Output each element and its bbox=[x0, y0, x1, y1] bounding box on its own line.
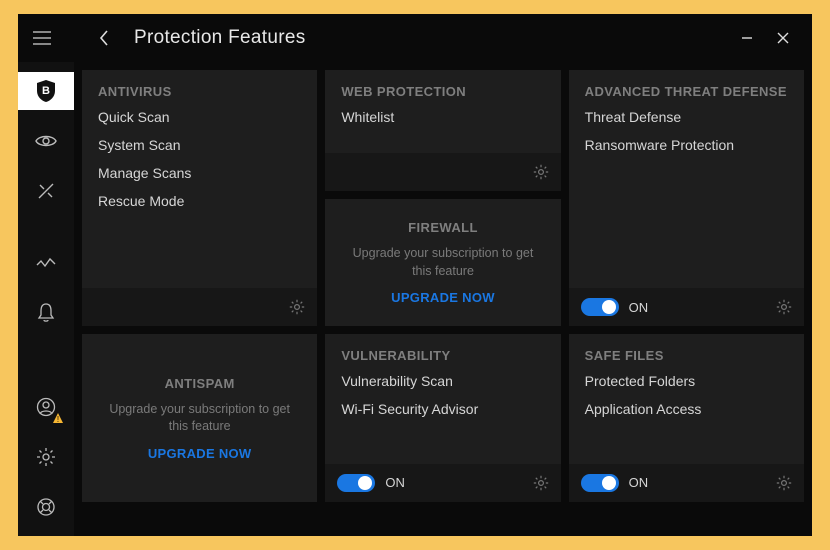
hamburger-icon[interactable] bbox=[26, 22, 58, 54]
sidebar-item-support[interactable] bbox=[24, 488, 68, 526]
list-item[interactable]: System Scan bbox=[98, 137, 301, 153]
card-title: SAFE FILES bbox=[569, 334, 804, 373]
list-item[interactable]: Vulnerability Scan bbox=[341, 373, 544, 389]
card-web-protection: WEB PROTECTION Whitelist bbox=[325, 70, 560, 191]
toggle-switch[interactable] bbox=[581, 474, 619, 492]
close-button[interactable] bbox=[768, 23, 798, 53]
upgrade-button[interactable]: UPGRADE NOW bbox=[391, 290, 495, 305]
list-item[interactable]: Application Access bbox=[585, 401, 788, 417]
tools-icon bbox=[36, 181, 56, 201]
content: B ! bbox=[18, 62, 812, 536]
bell-icon bbox=[37, 303, 55, 323]
gear-icon bbox=[776, 299, 792, 315]
card-title: VULNERABILITY bbox=[325, 334, 560, 373]
svg-text:!: ! bbox=[57, 415, 59, 424]
upgrade-message: Upgrade your subscription to get this fe… bbox=[100, 401, 299, 436]
list-item[interactable]: Ransomware Protection bbox=[585, 137, 788, 153]
minimize-button[interactable] bbox=[732, 23, 762, 53]
card-settings-button[interactable] bbox=[533, 475, 549, 491]
card-antivirus: ANTIVIRUS Quick Scan System Scan Manage … bbox=[82, 70, 317, 326]
card-footer bbox=[82, 288, 317, 326]
list-item[interactable]: Quick Scan bbox=[98, 109, 301, 125]
alert-badge-icon: ! bbox=[52, 412, 64, 424]
card-footer: ON bbox=[569, 464, 804, 502]
card-settings-button[interactable] bbox=[776, 475, 792, 491]
list-item[interactable]: Protected Folders bbox=[585, 373, 788, 389]
list-item[interactable]: Wi-Fi Security Advisor bbox=[341, 401, 544, 417]
sidebar-item-activity[interactable] bbox=[24, 244, 68, 282]
sidebar-item-privacy[interactable] bbox=[24, 122, 68, 160]
app-window: Protection Features B bbox=[18, 14, 812, 536]
card-safe-files: SAFE FILES Protected Folders Application… bbox=[569, 334, 804, 501]
eye-icon bbox=[35, 134, 57, 148]
card-settings-button[interactable] bbox=[289, 299, 305, 315]
card-settings-button[interactable] bbox=[533, 164, 549, 180]
toggle-label: ON bbox=[385, 475, 405, 490]
upgrade-button[interactable]: UPGRADE NOW bbox=[148, 446, 252, 461]
svg-text:B: B bbox=[42, 85, 50, 97]
card-vulnerability: VULNERABILITY Vulnerability Scan Wi-Fi S… bbox=[325, 334, 560, 501]
gear-icon bbox=[36, 447, 56, 467]
list-item[interactable]: Threat Defense bbox=[585, 109, 788, 125]
toggle-label: ON bbox=[629, 300, 649, 315]
toggle-switch[interactable] bbox=[581, 298, 619, 316]
toggle-switch[interactable] bbox=[337, 474, 375, 492]
sidebar-item-account[interactable]: ! bbox=[24, 388, 68, 426]
gear-icon bbox=[289, 299, 305, 315]
sidebar-item-notifications[interactable] bbox=[24, 294, 68, 332]
sidebar-item-protection[interactable]: B bbox=[18, 72, 74, 110]
card-footer: ON bbox=[569, 288, 804, 326]
activity-icon bbox=[36, 257, 56, 269]
card-advanced-threat-defense: ADVANCED THREAT DEFENSE Threat Defense R… bbox=[569, 70, 804, 326]
card-title: ADVANCED THREAT DEFENSE bbox=[569, 70, 804, 109]
card-title: ANTIVIRUS bbox=[82, 70, 317, 109]
card-antispam: ANTISPAM Upgrade your subscription to ge… bbox=[82, 334, 317, 501]
card-footer bbox=[325, 153, 560, 191]
gear-icon bbox=[533, 475, 549, 491]
gear-icon bbox=[533, 164, 549, 180]
panels-grid: ANTIVIRUS Quick Scan System Scan Manage … bbox=[74, 62, 812, 536]
titlebar: Protection Features bbox=[18, 14, 812, 62]
list-item[interactable]: Rescue Mode bbox=[98, 193, 301, 209]
page-title: Protection Features bbox=[134, 27, 306, 49]
list-item[interactable]: Whitelist bbox=[341, 109, 544, 125]
card-title: FIREWALL bbox=[408, 220, 478, 235]
card-footer: ON bbox=[325, 464, 560, 502]
gear-icon bbox=[776, 475, 792, 491]
sidebar-item-tools[interactable] bbox=[24, 172, 68, 210]
back-icon[interactable] bbox=[88, 22, 120, 54]
lifebuoy-icon bbox=[36, 497, 56, 517]
card-firewall: FIREWALL Upgrade your subscription to ge… bbox=[325, 199, 560, 326]
toggle-label: ON bbox=[629, 475, 649, 490]
sidebar-item-settings[interactable] bbox=[24, 438, 68, 476]
upgrade-message: Upgrade your subscription to get this fe… bbox=[343, 245, 542, 280]
card-title: ANTISPAM bbox=[165, 376, 235, 391]
card-settings-button[interactable] bbox=[776, 299, 792, 315]
card-title: WEB PROTECTION bbox=[325, 70, 560, 109]
shield-b-icon: B bbox=[36, 79, 56, 103]
list-item[interactable]: Manage Scans bbox=[98, 165, 301, 181]
sidebar: B ! bbox=[18, 62, 74, 536]
